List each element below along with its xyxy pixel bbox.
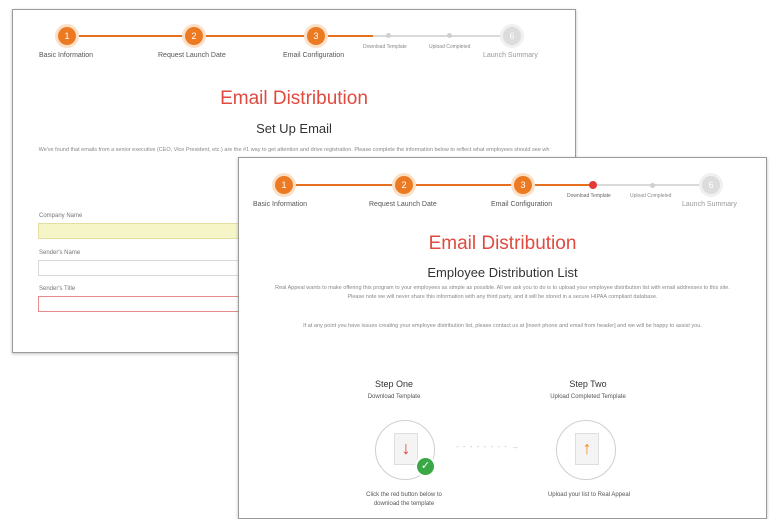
step-node-1[interactable]: 1	[275, 176, 293, 194]
intro-text: Real Appeal wants to make offering this …	[275, 285, 730, 300]
upload-arrow-doc-icon: ↑	[575, 433, 599, 465]
company-name-field[interactable]	[38, 223, 258, 239]
step-one-caption: Click the red button below to download t…	[366, 492, 442, 507]
step-label-2: Request Launch Date	[369, 201, 437, 208]
step-label-5: Upload Completed	[429, 44, 471, 50]
stepper-track-pending	[373, 35, 513, 37]
page-title: Email Distribution	[220, 88, 368, 109]
step-node-2[interactable]: 2	[395, 176, 413, 194]
support-text: If at any point you have issues creating…	[303, 323, 702, 329]
sender-name-field[interactable]	[38, 260, 258, 276]
flow-arrow: - - - - - - - - →	[456, 442, 521, 451]
checkmark-icon: ✓	[417, 458, 434, 475]
step-label-5: Upload Completed	[630, 193, 672, 199]
download-arrow-doc-icon: ↓	[394, 433, 418, 465]
stepper-track-done	[284, 184, 596, 186]
step-two-title: Step Two	[569, 379, 607, 389]
section-title: Employee Distribution List	[427, 265, 578, 280]
step-node-6: 6	[702, 176, 720, 194]
step-node-4	[386, 33, 391, 38]
step-label-1: Basic Information	[39, 52, 94, 59]
step-label-2: Request Launch Date	[158, 52, 226, 59]
step-label-6: Launch Summary	[682, 201, 737, 208]
sender-title-label: Sender's Title	[39, 286, 76, 292]
step-node-5	[447, 33, 452, 38]
section-title: Set Up Email	[256, 121, 332, 136]
step-label-4: Download Template	[363, 44, 407, 50]
step-node-2[interactable]: 2	[185, 27, 203, 45]
sender-title-field[interactable]	[38, 296, 258, 312]
step-label-3: Email Configuration	[491, 201, 553, 208]
step-node-6: 6	[503, 27, 521, 45]
step-label-6: Launch Summary	[483, 52, 538, 59]
step-node-3[interactable]: 3	[514, 176, 532, 194]
step-one-subtitle: Download Template	[367, 394, 421, 400]
intro-text: We've found that emails from a senior ex…	[38, 147, 550, 153]
step-label-1: Basic Information	[253, 201, 308, 208]
step-two-caption: Upload your list to Real Appeal	[547, 492, 631, 498]
step-node-4-current[interactable]	[589, 181, 597, 189]
step-two-subtitle: Upload Completed Template	[550, 394, 626, 400]
sender-name-label: Sender's Name	[39, 250, 81, 256]
page-title: Email Distribution	[428, 233, 577, 254]
step-node-5	[650, 183, 655, 188]
stepper-track-done	[67, 35, 373, 37]
step-one-title: Step One	[374, 379, 414, 389]
upload-template-button[interactable]: ↑	[556, 420, 616, 480]
step-label-4: Download Template	[567, 193, 611, 199]
step-node-3[interactable]: 3	[307, 27, 325, 45]
step-node-1[interactable]: 1	[58, 27, 76, 45]
distribution-list-window: 1 2 3 6 Basic Information Request Launch…	[238, 157, 767, 519]
company-name-label: Company Name	[39, 213, 83, 219]
step-label-3: Email Configuration	[283, 52, 345, 59]
